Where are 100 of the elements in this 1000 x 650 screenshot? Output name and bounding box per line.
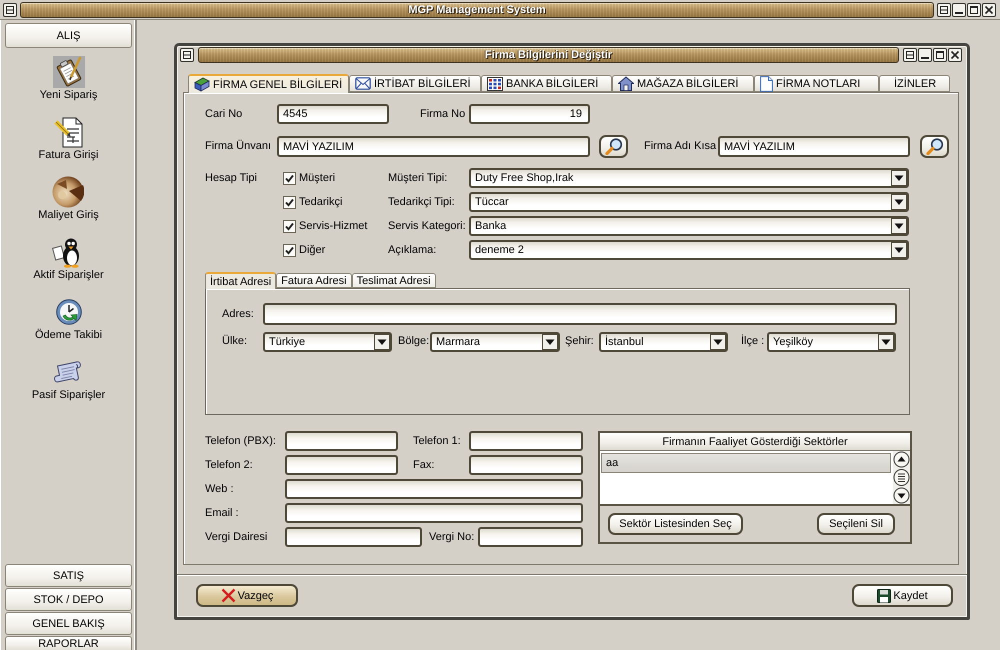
dropdown[interactable]: Türkiye	[263, 332, 392, 352]
caret-icon	[891, 194, 907, 210]
text-field[interactable]: 19	[469, 104, 590, 124]
tab[interactable]: BANKA BİLGİLERİ	[481, 75, 612, 92]
maximize-icon[interactable]	[967, 2, 981, 16]
field-label: Ülke:	[222, 335, 248, 348]
sidebar-section-button[interactable]: STOK / DEPO	[5, 588, 132, 611]
dialog-title: Firma Bilgilerini Değiştir	[484, 49, 612, 61]
window-menu-icon[interactable]	[3, 2, 17, 16]
tab[interactable]: FİRMA GENEL BİLGİLERİ	[188, 74, 349, 93]
checkbox[interactable]	[283, 244, 296, 256]
minimize-icon[interactable]	[918, 48, 932, 62]
window-title: MGP Management System	[408, 4, 546, 16]
text-field[interactable]	[285, 527, 422, 547]
field-label: Açıklama:	[388, 244, 436, 256]
sidebar-item[interactable]: Pasif Siparişler	[32, 356, 106, 401]
field-label: Bölge:	[398, 335, 430, 348]
sidebar-item[interactable]: Fatura Girişi	[38, 116, 98, 161]
text-field[interactable]	[285, 503, 583, 523]
text-field[interactable]	[263, 303, 897, 325]
field-label: Tedarikçi Tipi:	[388, 196, 455, 208]
field-label: Firma No	[420, 108, 466, 120]
close-icon[interactable]	[948, 48, 962, 62]
sidebar-section-button[interactable]: RAPORLAR	[5, 636, 132, 650]
list-item[interactable]: aa	[601, 453, 891, 473]
tab[interactable]: İRTİBAT BİLGİLERİ	[349, 75, 481, 92]
sidebar-section-button[interactable]: SATIŞ	[5, 564, 132, 587]
tab[interactable]: Teslimat Adresi	[352, 273, 436, 288]
checkbox[interactable]	[283, 196, 296, 208]
checkbox-label: Müşteri	[299, 172, 336, 184]
field-label: Firma Ünvanı	[205, 140, 272, 153]
field-label: Firma Adı Kısa	[644, 140, 716, 153]
sector-button[interactable]: Seçileni Sil	[817, 513, 895, 535]
caret-icon	[542, 334, 558, 350]
checkbox[interactable]	[283, 172, 296, 184]
search-button[interactable]	[599, 135, 628, 158]
collapse-icon[interactable]	[903, 48, 917, 62]
text-field[interactable]	[285, 479, 583, 499]
field-label: İlçe :	[741, 335, 764, 348]
checkbox-label: Diğer	[299, 244, 326, 256]
checkbox-label: Tedarikçi	[299, 196, 342, 208]
save-button[interactable]: Kaydet	[852, 584, 953, 607]
tab[interactable]: Fatura Adresi	[276, 273, 352, 288]
search-button[interactable]	[920, 135, 949, 158]
tab[interactable]: İrtibat Adresi	[205, 272, 276, 289]
dropdown[interactable]: Banka	[469, 216, 909, 236]
field-label: Cari No	[205, 108, 242, 120]
house-icon	[618, 76, 634, 91]
sidebar-item[interactable]: Yeni Sipariş	[40, 56, 98, 101]
field-label: Müşteri Tipi:	[388, 172, 448, 184]
sector-button[interactable]: Sektör Listesinden Seç	[608, 513, 743, 535]
collapse-icon[interactable]	[937, 2, 951, 16]
field-label: Fax:	[413, 458, 434, 472]
caret-icon	[710, 334, 726, 350]
document-icon	[760, 76, 773, 92]
text-field[interactable]	[285, 455, 398, 475]
dropdown[interactable]: Duty Free Shop,Irak	[469, 168, 909, 188]
dropdown[interactable]: Marmara	[430, 332, 560, 352]
cancel-button[interactable]: Vazgeç	[196, 584, 298, 607]
cross-icon	[220, 588, 236, 603]
dropdown[interactable]: Yeşilköy	[767, 332, 896, 352]
sidebar-item[interactable]: Ödeme Takibi	[34, 296, 102, 341]
caret-icon	[891, 242, 907, 258]
text-field[interactable]	[478, 527, 583, 547]
field-label: Vergi Dairesi	[205, 530, 268, 544]
text-field[interactable]	[469, 455, 583, 475]
maximize-icon[interactable]	[933, 48, 947, 62]
sidebar-item[interactable]: Aktif Siparişler	[33, 236, 104, 281]
book-icon	[194, 77, 210, 92]
text-field[interactable]	[285, 431, 398, 451]
dropdown[interactable]: Tüccar	[469, 192, 909, 212]
envelope-icon	[355, 77, 371, 90]
minimize-icon[interactable]	[952, 2, 966, 16]
close-icon[interactable]	[982, 2, 996, 16]
dropdown[interactable]: deneme 2	[469, 240, 909, 260]
field-label: Email :	[205, 506, 239, 520]
tab[interactable]: İZİNLER	[879, 75, 950, 92]
caret-icon	[891, 218, 907, 234]
dropdown[interactable]: İstanbul	[599, 332, 728, 352]
text-field[interactable]: MAVİ YAZILIM	[277, 136, 590, 157]
text-field[interactable]: MAVİ YAZILIM	[718, 136, 910, 157]
field-label: Vergi No:	[429, 530, 474, 544]
search-icon	[926, 138, 944, 155]
field-label: Telefon (PBX):	[205, 434, 276, 448]
field-label: Servis Kategori:	[388, 220, 466, 232]
sidebar-section-button[interactable]: GENEL BAKIŞ	[5, 612, 132, 635]
text-field[interactable]	[469, 431, 583, 451]
grid-icon	[487, 76, 503, 90]
tab[interactable]: FİRMA NOTLARI	[754, 75, 879, 92]
scrollbar[interactable]	[893, 451, 910, 504]
field-label: Telefon 2:	[205, 458, 253, 472]
window-menu-icon[interactable]	[180, 48, 194, 62]
checkbox[interactable]	[283, 220, 296, 232]
field-label: Şehir:	[565, 335, 594, 348]
field-label: Adres:	[222, 308, 254, 320]
tab[interactable]: MAĞAZA BİLGİLERİ	[612, 75, 754, 92]
sidebar-group-button[interactable]: ALIŞ	[5, 23, 132, 48]
sidebar-item[interactable]: Maliyet Giriş	[38, 176, 99, 221]
text-field[interactable]: 4545	[277, 104, 389, 124]
list-header: Firmanın Faaliyet Gösterdiği Sektörler	[600, 433, 910, 451]
